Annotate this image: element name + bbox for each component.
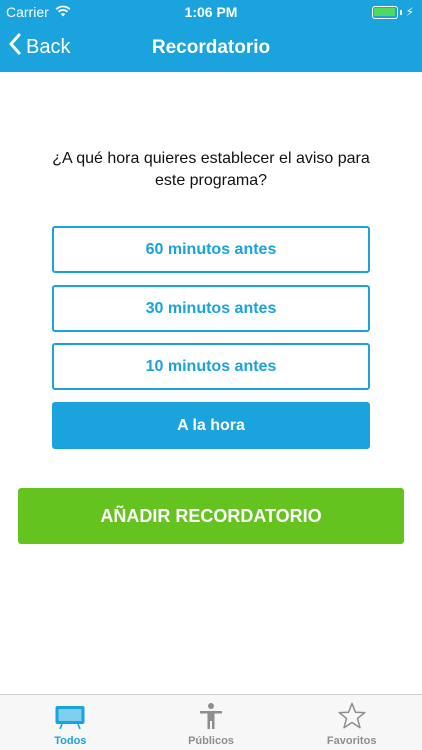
charging-bolt-icon: ⚡ (405, 5, 414, 19)
tv-icon (54, 704, 86, 735)
tab-label: Todos (54, 735, 87, 747)
navigation-bar: Back Recordatorio (0, 24, 422, 72)
tab-todos[interactable]: Todos (0, 695, 141, 750)
option-10-minutes-button[interactable]: 10 minutos antes (52, 343, 370, 390)
tab-label: Favoritos (326, 735, 377, 747)
battery-icon: ⚡ (371, 5, 414, 19)
tab-favoritos[interactable]: Favoritos (281, 695, 422, 750)
status-time: 1:06 PM (184, 4, 238, 20)
star-icon (337, 702, 367, 735)
add-reminder-button[interactable]: AÑADIR RECORDATORIO (18, 488, 404, 544)
page-title: Recordatorio (151, 37, 271, 58)
tab-publicos[interactable]: Públicos (141, 695, 282, 750)
person-icon (197, 702, 225, 735)
status-bar: Carrier 1:06 PM ⚡ (0, 0, 422, 24)
top-bar: Carrier 1:06 PM ⚡ Back Recordatorio (0, 0, 422, 72)
option-on-time-button[interactable]: A la hora (52, 402, 370, 449)
option-30-minutes-button[interactable]: 30 minutos antes (52, 285, 370, 332)
option-60-minutes-button[interactable]: 60 minutos antes (52, 226, 370, 273)
tab-label: Públicos (188, 735, 234, 747)
reminder-question: ¿A qué hora quieres establecer el aviso … (52, 150, 370, 189)
tab-bar: Todos Públicos Favoritos (0, 694, 422, 750)
